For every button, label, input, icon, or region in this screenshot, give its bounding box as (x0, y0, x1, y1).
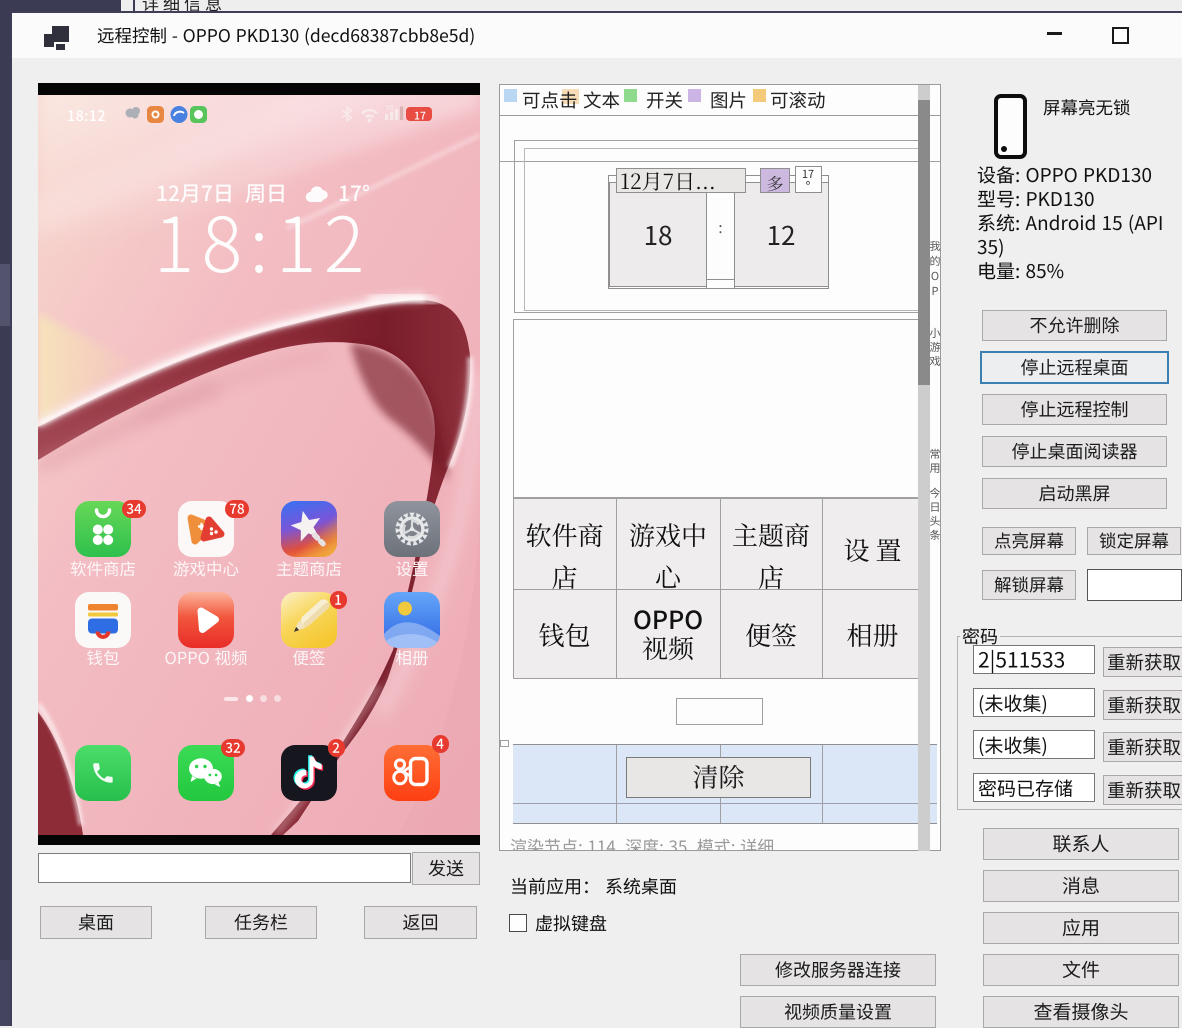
svg-text:56: 56 (386, 105, 394, 112)
